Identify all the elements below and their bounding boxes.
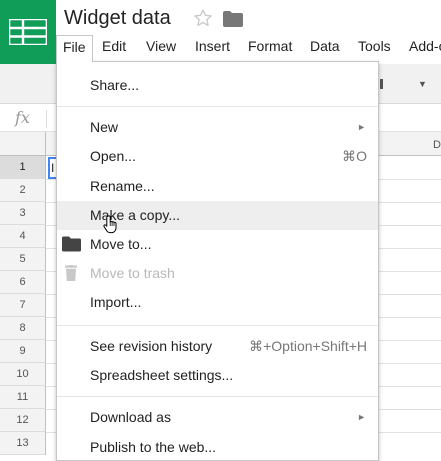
toolbar-dropdown-arrow[interactable]: ▼ — [418, 79, 427, 89]
menu-item-import[interactable]: Import... — [57, 288, 378, 317]
menu-item-share[interactable]: Share... — [57, 71, 378, 100]
row-header[interactable]: 13 — [0, 432, 46, 455]
menu-separator — [57, 396, 378, 397]
row-header[interactable]: 5 — [0, 248, 46, 271]
trash-icon — [65, 265, 77, 281]
row-header[interactable]: 3 — [0, 202, 46, 225]
row-header[interactable]: 6 — [0, 271, 46, 294]
menu-data[interactable]: Data — [304, 35, 346, 59]
menu-item-label: Spreadsheet settings... — [90, 367, 234, 383]
menu-item-move-to[interactable]: Move to... — [57, 230, 378, 259]
fx-icon: fx — [15, 108, 30, 127]
row-header[interactable]: 1 — [0, 156, 46, 179]
row-header[interactable]: 12 — [0, 409, 46, 432]
menu-item-rename[interactable]: Rename... — [57, 172, 378, 201]
menu-item-open[interactable]: Open... ⌘O — [57, 142, 378, 171]
menu-item-publish[interactable]: Publish to the web... — [57, 433, 378, 460]
document-title[interactable]: Widget data — [64, 7, 171, 30]
sheets-logo-icon — [9, 19, 47, 45]
menu-item-move-to-trash: Move to trash — [57, 259, 378, 288]
menu-file[interactable]: File — [56, 35, 93, 62]
shortcut-label: ⌘O — [342, 148, 367, 164]
row-header[interactable]: 2 — [0, 179, 46, 202]
menu-item-label: Import... — [90, 294, 142, 310]
menu-separator — [57, 106, 378, 107]
menu-item-label: Download as — [90, 409, 171, 425]
column-header-d[interactable]: D — [433, 139, 441, 151]
menu-view[interactable]: View — [140, 35, 182, 59]
menu-format[interactable]: Format — [242, 35, 298, 59]
menu-item-label: Move to trash — [90, 265, 175, 281]
menu-item-new[interactable]: New ► — [57, 113, 378, 142]
submenu-arrow-icon: ► — [357, 412, 366, 422]
menu-item-download-as[interactable]: Download as ► — [57, 403, 378, 432]
menu-item-label: New — [90, 119, 119, 135]
hand-pointer-icon — [103, 215, 117, 234]
star-icon[interactable] — [193, 8, 213, 28]
menu-addons[interactable]: Add-o — [403, 35, 441, 59]
row-header[interactable]: 10 — [0, 363, 46, 386]
selected-cell-text: I — [51, 161, 55, 175]
formula-separator — [46, 110, 47, 128]
sheets-logo[interactable] — [0, 0, 56, 64]
toolbar-button-fragment[interactable] — [380, 79, 383, 89]
row-header[interactable]: 7 — [0, 294, 46, 317]
row-header[interactable]: 8 — [0, 317, 46, 340]
select-all-corner[interactable] — [0, 132, 46, 156]
row-header[interactable]: 9 — [0, 340, 46, 363]
file-menu-dropdown: Share... New ► Open... ⌘O Rename... Make… — [56, 61, 379, 461]
row-header[interactable]: 4 — [0, 225, 46, 248]
menu-item-make-copy[interactable]: Make a copy... — [57, 201, 378, 234]
menu-item-label: Rename... — [90, 178, 155, 194]
menu-item-label: Publish to the web... — [90, 439, 217, 455]
menu-item-label: Move to... — [90, 236, 152, 252]
menu-item-label: Open... — [90, 148, 136, 164]
menu-separator — [57, 325, 378, 326]
shortcut-label: ⌘+Option+Shift+H — [249, 338, 367, 354]
menu-edit[interactable]: Edit — [96, 35, 132, 59]
menu-item-revision-history[interactable]: See revision history ⌘+Option+Shift+H — [57, 332, 378, 361]
menu-insert[interactable]: Insert — [189, 35, 236, 59]
menu-item-label: See revision history — [90, 338, 213, 354]
menu-item-spreadsheet-settings[interactable]: Spreadsheet settings... — [57, 361, 378, 390]
row-header[interactable]: 11 — [0, 386, 46, 409]
folder-icon[interactable] — [223, 11, 243, 27]
menu-item-label: Share... — [90, 77, 140, 93]
folder-icon — [62, 236, 81, 252]
menu-tools[interactable]: Tools — [352, 35, 397, 59]
submenu-arrow-icon: ► — [357, 122, 366, 132]
